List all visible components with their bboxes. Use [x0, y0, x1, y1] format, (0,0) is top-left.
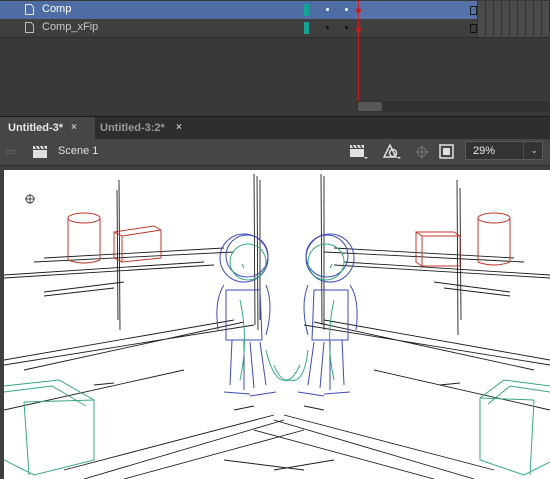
layer-color-swatch[interactable]: [304, 4, 309, 16]
lock-dot[interactable]: [345, 26, 348, 29]
edit-bar: ⇦ Scene 1 29% ⌄: [0, 139, 550, 166]
zoom-divider: [523, 142, 524, 159]
stage-canvas[interactable]: [4, 170, 550, 479]
visibility-dot[interactable]: [326, 26, 329, 29]
character-sketch-left: [216, 233, 277, 397]
layer-color-swatch[interactable]: [304, 22, 309, 34]
frame-track[interactable]: [356, 19, 550, 38]
close-icon[interactable]: ×: [71, 117, 77, 139]
frame-grid[interactable]: [477, 1, 550, 19]
layer-name[interactable]: Comp: [42, 3, 71, 15]
room-sketch-lines: [4, 173, 550, 479]
sketch-drawing[interactable]: [4, 170, 550, 479]
document-tab-strip: Untitled-3* × Untitled-3:2* ×: [0, 116, 550, 139]
visibility-dot[interactable]: [326, 8, 329, 11]
keyframe[interactable]: [470, 6, 477, 15]
zoom-value[interactable]: 29%: [473, 145, 495, 157]
tab-label[interactable]: Untitled-3:2*: [100, 122, 165, 134]
tab-label[interactable]: Untitled-3*: [8, 122, 63, 134]
stage-area[interactable]: [0, 166, 550, 479]
layer-name-cell[interactable]: Comp_xFip: [0, 19, 356, 38]
scrollbar-thumb[interactable]: [358, 102, 382, 111]
zoom-select[interactable]: 29% ⌄: [465, 141, 543, 160]
playhead-marker: [356, 8, 361, 13]
lock-dot[interactable]: [345, 8, 348, 11]
clapperboard-dropdown-icon[interactable]: [349, 143, 369, 161]
character-sketch-right: [297, 233, 358, 397]
playhead[interactable]: [358, 0, 359, 112]
green-boxes-right: [479, 379, 550, 476]
tab-untitled-3[interactable]: Untitled-3* ×: [0, 117, 95, 139]
keyframe[interactable]: [470, 24, 477, 33]
layer-row-comp-xfip[interactable]: Comp_xFip: [0, 19, 550, 38]
crosshair-circle-icon: [25, 194, 35, 204]
tab-untitled-3-2[interactable]: Untitled-3:2* ×: [92, 117, 200, 139]
layer-name-cell[interactable]: Comp: [0, 1, 356, 20]
scene-label[interactable]: Scene 1: [58, 145, 98, 157]
character-sketch-overlay: [229, 243, 345, 382]
layer-name[interactable]: Comp_xFip: [42, 21, 98, 33]
timeline-panel: Comp Comp_xFip: [0, 0, 550, 116]
back-arrow-icon[interactable]: ⇦: [5, 144, 16, 160]
frame-grid[interactable]: [477, 19, 550, 37]
playhead-marker: [356, 27, 361, 32]
red-props-right: [415, 212, 511, 267]
timeline-scrollbar[interactable]: [356, 101, 550, 112]
clapperboard-icon: [33, 145, 47, 158]
crosshair-icon[interactable]: [413, 143, 433, 161]
square-frame-icon[interactable]: [437, 143, 457, 161]
close-icon[interactable]: ×: [176, 117, 182, 139]
layer-icon: [25, 22, 34, 33]
chevron-down-icon[interactable]: ⌄: [530, 145, 538, 156]
symbol-dropdown-icon[interactable]: [382, 143, 402, 161]
frame-track[interactable]: [356, 1, 550, 20]
layer-row-comp[interactable]: Comp: [0, 1, 550, 20]
layer-icon: [25, 4, 34, 15]
green-boxes-left: [4, 379, 95, 476]
